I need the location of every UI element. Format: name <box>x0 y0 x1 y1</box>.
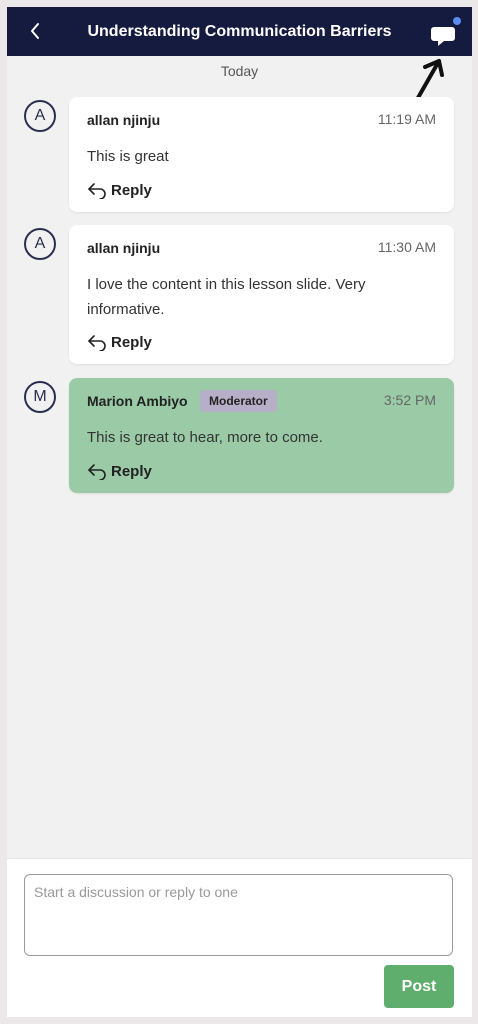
avatar: A <box>24 100 56 132</box>
page-title: Understanding Communication Barriers <box>87 22 392 40</box>
reply-button[interactable]: Reply <box>87 333 152 351</box>
moderator-comment-card: Marion Ambiyo Moderator 3:52 PM This is … <box>69 378 454 493</box>
comment-text: I love the content in this lesson slide.… <box>87 276 366 318</box>
post-button[interactable]: Post <box>384 965 454 1008</box>
composer: Post <box>7 858 472 1017</box>
reply-label: Reply <box>111 462 152 480</box>
reply-button[interactable]: Reply <box>87 462 152 480</box>
reply-icon <box>88 335 106 351</box>
comment-card: allan njinju 11:30 AM I love the content… <box>69 225 454 364</box>
reply-icon <box>88 183 106 199</box>
reply-button[interactable]: Reply <box>87 181 152 199</box>
discussion-screen: Understanding Communication Barriers Tod… <box>7 7 472 1017</box>
comment-author: allan njinju <box>87 240 161 256</box>
comment-time: 11:19 AM <box>377 111 436 127</box>
discussion-toggle-button[interactable] <box>427 15 463 47</box>
avatar: A <box>24 228 56 260</box>
moderator-badge: Moderator <box>200 390 277 412</box>
reply-icon <box>88 464 106 480</box>
back-button[interactable] <box>25 19 45 43</box>
reply-label: Reply <box>111 181 152 199</box>
comment-time: 11:30 AM <box>377 239 436 255</box>
top-bar: Understanding Communication Barriers <box>7 7 472 56</box>
comment-text: This is great <box>87 148 169 165</box>
day-separator: Today <box>220 63 259 79</box>
comment-card: allan njinju 11:19 AM This is great Repl… <box>69 97 454 212</box>
comment-author: Marion Ambiyo <box>87 393 188 409</box>
avatar: M <box>24 381 56 413</box>
comment-author: allan njinju <box>87 112 161 128</box>
chat-bubble-icon <box>431 17 461 46</box>
comment-text: This is great to hear, more to come. <box>87 429 323 446</box>
comment-time: 3:52 PM <box>383 392 436 408</box>
notification-dot <box>453 17 461 25</box>
discussion-input[interactable] <box>24 874 453 956</box>
reply-label: Reply <box>111 333 152 351</box>
chevron-left-icon <box>31 23 39 39</box>
